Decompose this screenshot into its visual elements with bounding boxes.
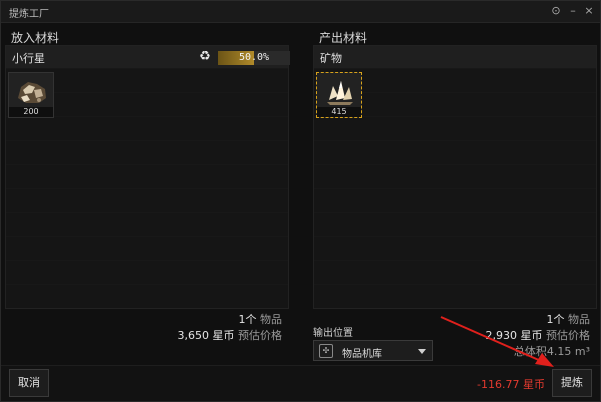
- refine-button[interactable]: 提炼: [552, 369, 592, 397]
- output-price-number: 2,930 星币: [485, 329, 543, 342]
- output-count: 1个 物品: [547, 311, 591, 327]
- input-panel-header: 小行星 ♻ 50.0%: [6, 46, 290, 68]
- title-bar[interactable]: 提炼工厂 ⊙ – ×: [1, 1, 600, 23]
- output-count-number: 1个: [546, 313, 565, 326]
- output-panel-header: 矿物: [314, 46, 596, 68]
- item-quantity: 200: [9, 107, 53, 117]
- close-icon[interactable]: ×: [582, 4, 596, 18]
- window-title: 提炼工厂: [9, 9, 49, 20]
- mineral-crystal-icon: [327, 81, 353, 105]
- output-panel[interactable]: 矿物 415: [313, 45, 597, 309]
- chevron-down-icon: [418, 349, 426, 354]
- output-location-value: 物品机库: [342, 349, 382, 360]
- output-item-area[interactable]: 415: [314, 68, 596, 308]
- input-item-area[interactable]: 200: [6, 68, 288, 308]
- input-price-unit: 预估价格: [238, 329, 282, 342]
- recycle-icon: ♻: [199, 49, 211, 64]
- minimize-icon[interactable]: –: [566, 4, 580, 18]
- cancel-button[interactable]: 取消: [9, 369, 49, 397]
- input-price: 3,650 星币 预估价格: [178, 327, 283, 343]
- output-count-unit: 物品: [568, 313, 590, 326]
- input-count: 1个 物品: [239, 311, 283, 327]
- output-price: 2,930 星币 预估价格: [486, 327, 591, 343]
- input-count-number: 1个: [238, 313, 257, 326]
- input-panel-label: 小行星: [12, 52, 45, 65]
- input-panel[interactable]: 小行星 ♻ 50.0% 200: [5, 45, 290, 309]
- asteroid-ore-icon: [18, 82, 46, 103]
- hangar-icon: ✣: [319, 344, 333, 358]
- output-location-label: 输出位置: [313, 328, 353, 339]
- input-section-label: 放入材料: [11, 31, 60, 45]
- mineral-item[interactable]: 415: [316, 72, 362, 118]
- input-price-number: 3,650 星币: [177, 329, 235, 342]
- refine-efficiency-bar: 50.0%: [218, 51, 290, 65]
- asteroid-ore-item[interactable]: 200: [8, 72, 54, 118]
- output-volume: 总体积4.15 m³: [513, 345, 590, 358]
- item-quantity: 415: [317, 107, 361, 117]
- refine-efficiency-text: 50.0%: [238, 52, 270, 63]
- output-section-label: 产出材料: [319, 31, 368, 45]
- settings-icon[interactable]: ⊙: [549, 4, 563, 18]
- refine-cost: -116.77 星币: [477, 378, 545, 391]
- output-location-dropdown[interactable]: ✣ 物品机库: [313, 340, 433, 361]
- input-count-unit: 物品: [260, 313, 282, 326]
- output-price-unit: 预估价格: [546, 329, 590, 342]
- refinery-window: 提炼工厂 ⊙ – × 放入材料 小行星 ♻ 50.0% 200 1个 物品 3,…: [0, 0, 601, 402]
- output-panel-label: 矿物: [320, 52, 342, 65]
